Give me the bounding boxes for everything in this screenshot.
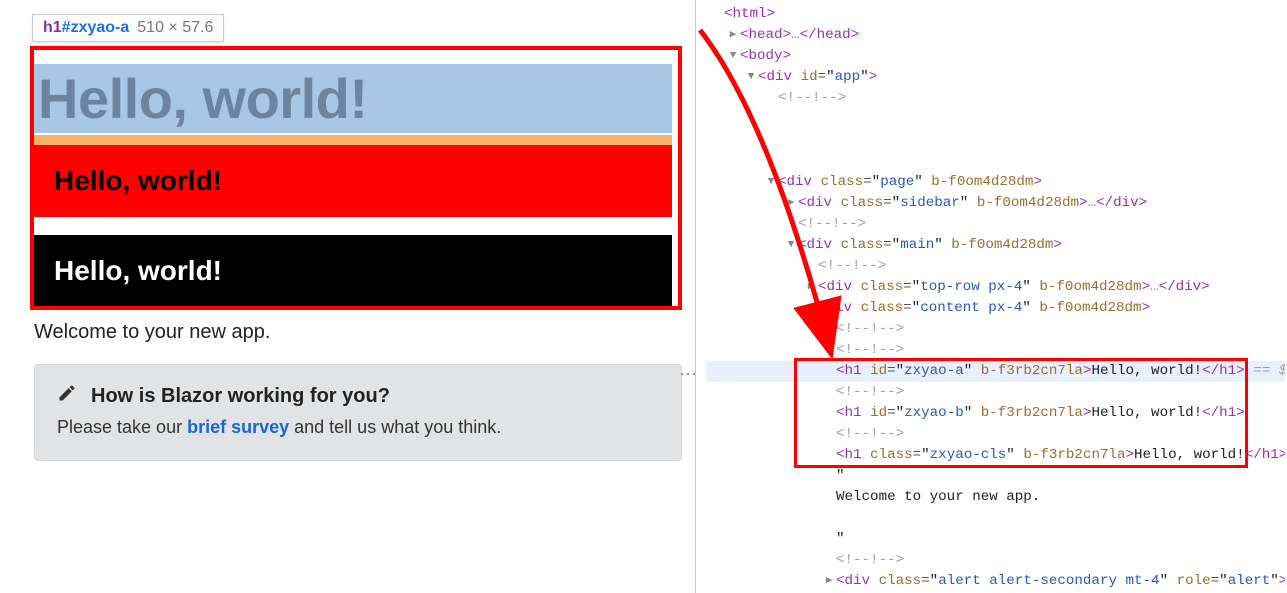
survey-alert-heading-text: How is Blazor working for you? [91,385,390,408]
blank-row [706,130,1285,151]
survey-alert-heading: How is Blazor working for you? [57,383,659,409]
dom-comment[interactable]: <!--!--> [706,382,1285,403]
app-content: Hello, world! Hello, world! Hello, world… [12,46,692,479]
survey-post-text: and tell us what you think. [289,417,501,437]
dom-comment[interactable]: <!--!--> [706,550,1285,571]
dom-node-sidebar[interactable]: ▶<div class="sidebar" b-f0om4d28dm>…</di… [706,193,1285,214]
blank-row [706,109,1285,130]
dom-text-quote[interactable]: " [706,529,1285,550]
inspect-tooltip: h1#zxyao-a 510 × 57.6 [32,14,224,42]
dom-node-h1-b[interactable]: <h1 id="zxyao-b" b-f3rb2cn7la>Hello, wor… [706,403,1285,424]
brief-survey-link[interactable]: brief survey [187,417,289,437]
dom-comment[interactable]: <!--!--> [706,256,1285,277]
welcome-text: Welcome to your new app. [34,321,670,344]
heading-zxyao-cls: Hello, world! [32,235,672,307]
spacer [32,217,672,235]
survey-alert: How is Blazor working for you? Please ta… [34,364,682,461]
dom-node-main[interactable]: ▼<div class="main" b-f0om4d28dm> [706,235,1285,256]
expand-arrow-icon[interactable]: ▶ [804,277,818,298]
survey-alert-body: Please take our brief survey and tell us… [57,417,659,438]
dom-comment[interactable]: <!--!--> [706,340,1285,361]
dom-node-app[interactable]: ▼<div id="app"> [706,67,1285,88]
dom-node-html[interactable]: <html> [706,4,1285,25]
expand-arrow-icon[interactable]: ▶ [784,193,798,214]
blank-row [706,151,1285,172]
tooltip-dimensions: 510 × 57.6 [137,19,213,36]
collapse-arrow-icon[interactable]: ▼ [764,172,778,193]
dom-node-h1-c[interactable]: <h1 class="zxyao-cls" b-f3rb2cn7la>Hello… [706,445,1285,466]
heading-zxyao-a: Hello, world! [32,64,672,133]
survey-pre-text: Please take our [57,417,187,437]
pencil-icon [57,383,77,409]
expand-arrow-icon[interactable]: ▶ [822,571,836,592]
dom-comment[interactable]: <!--!--> [706,424,1285,445]
collapse-arrow-icon[interactable]: ▼ [726,46,740,67]
tooltip-tagname: h1 [43,19,62,36]
collapse-arrow-icon[interactable]: ▼ [784,235,798,256]
dom-comment[interactable]: <!--!--> [706,88,1285,109]
blank-row [706,508,1285,529]
devtools-elements-panel[interactable]: <html> ▶<head>…</head> ▼<body> ▼<div id=… [695,0,1285,593]
dom-text-welcome[interactable]: Welcome to your new app. [706,487,1285,508]
dom-comment[interactable]: <!--!--> [706,214,1285,235]
expand-arrow-icon[interactable]: ▶ [726,25,740,46]
dom-node-h1-a-selected[interactable]: <h1 id="zxyao-a" b-f3rb2cn7la>Hello, wor… [706,361,1285,382]
heading-zxyao-b: Hello, world! [32,145,672,217]
dom-node-content[interactable]: ▼<div class="content px-4" b-f0om4d28dm> [706,298,1285,319]
dom-node-head[interactable]: ▶<head>…</head> [706,25,1285,46]
row-actions-ellipsis-icon[interactable]: ⋯ [678,364,698,385]
dom-comment[interactable]: <!--!--> [706,319,1285,340]
dom-node-alert[interactable]: ▶<div class="alert alert-secondary mt-4"… [706,571,1285,592]
heading-a-margin-bar [32,135,672,145]
dom-node-body[interactable]: ▼<body> [706,46,1285,67]
dom-node-page[interactable]: ▼<div class="page" b-f0om4d28dm> [706,172,1285,193]
collapse-arrow-icon[interactable]: ▼ [804,298,818,319]
dom-node-toprow[interactable]: ▶<div class="top-row px-4" b-f0om4d28dm>… [706,277,1285,298]
tooltip-selector: #zxyao-a [62,19,130,36]
collapse-arrow-icon[interactable]: ▼ [744,67,758,88]
dom-text-quote[interactable]: " [706,466,1285,487]
